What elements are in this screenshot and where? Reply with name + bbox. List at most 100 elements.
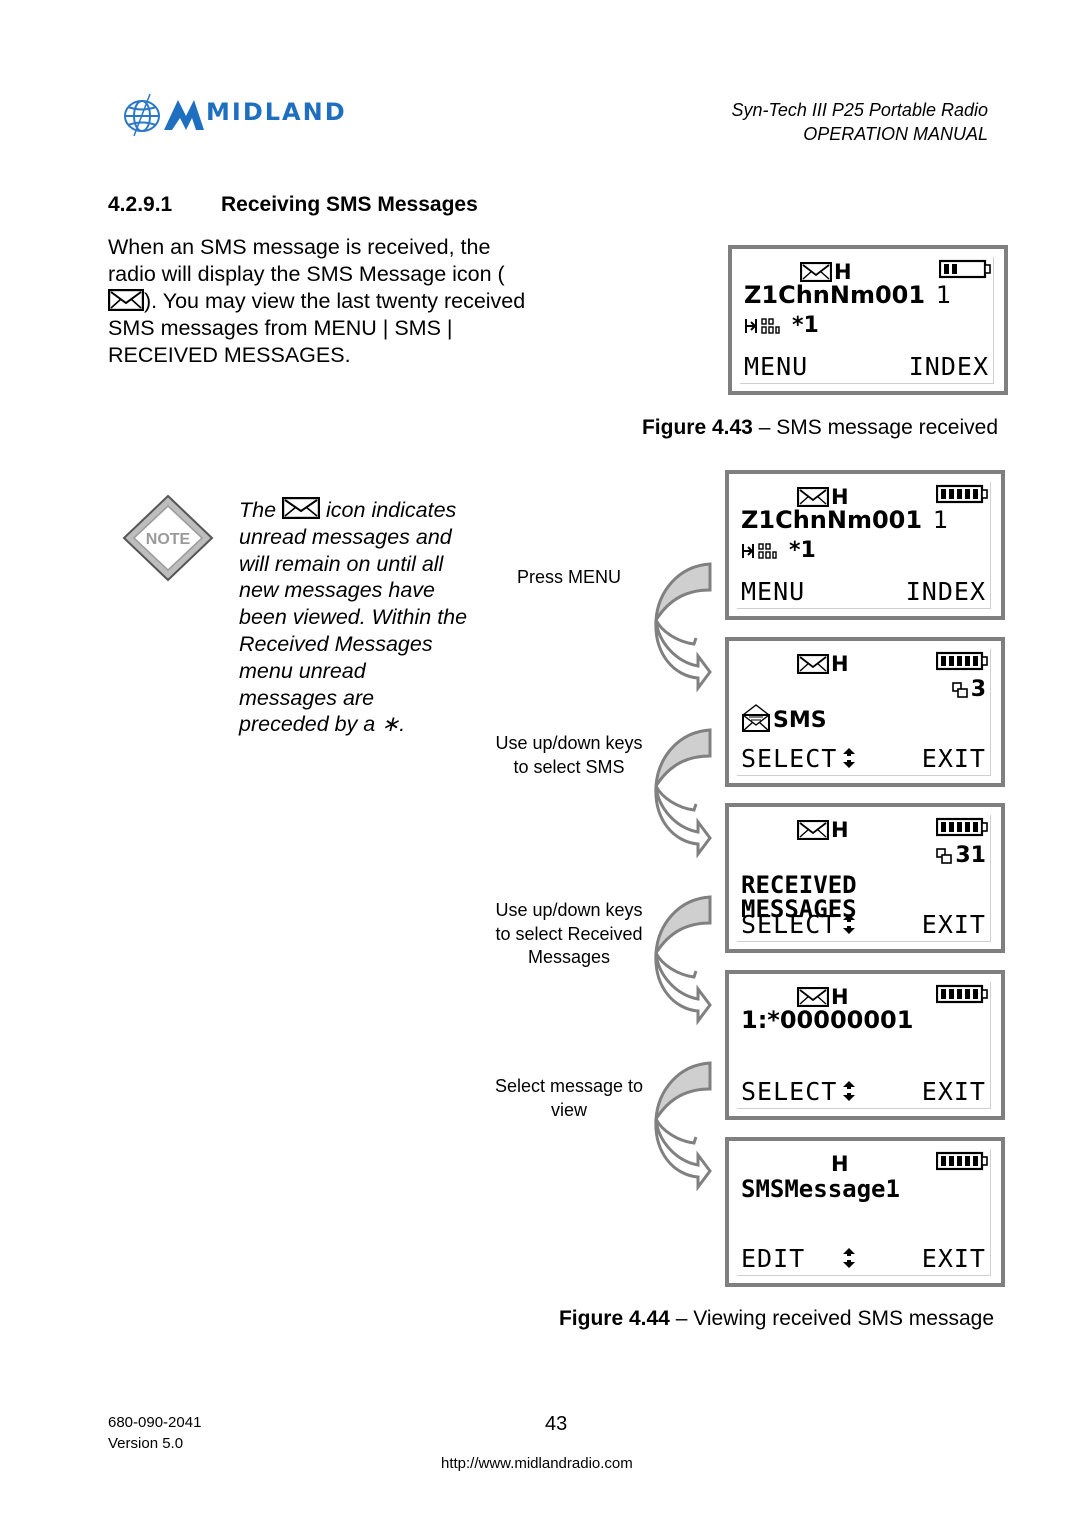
- step-label-3: Use up/down keys to select Received Mess…: [495, 900, 643, 967]
- battery-bar: [952, 264, 957, 274]
- envelope-icon: [797, 487, 829, 507]
- softkey-right[interactable]: INDEX: [909, 352, 989, 381]
- battery-bar: [944, 264, 949, 274]
- note-icon: NOTE: [122, 494, 214, 582]
- status-row: H: [800, 260, 852, 284]
- figure-caption-4-43: Figure 4.43 – SMS message received: [642, 416, 998, 440]
- battery-bar: [965, 989, 970, 999]
- step-label-2: Use up/down keys to select SMS: [495, 733, 643, 777]
- softkey-left[interactable]: SELECT: [741, 1077, 837, 1106]
- menu-counter: 3: [951, 677, 986, 702]
- battery-bar: [949, 656, 954, 666]
- envelope-icon: [797, 820, 829, 840]
- channel-name: Z1ChnNm001: [741, 506, 923, 534]
- document-title: Syn-Tech III P25 Portable Radio: [731, 100, 988, 120]
- menu-item-row: SMS: [741, 703, 827, 733]
- intro-text-2: ). You may view the last twenty received…: [108, 289, 526, 367]
- note-text-pre: The: [239, 498, 277, 522]
- mode-indicator: H: [831, 818, 849, 842]
- figure-caption-4-44: Figure 4.44 – Viewing received SMS messa…: [559, 1307, 994, 1331]
- mode-indicator: H: [831, 1152, 849, 1176]
- step-label-1: Press MENU: [516, 567, 621, 587]
- battery-icon: [939, 259, 991, 279]
- brand-name: MIDLAND: [206, 98, 347, 126]
- part-number: 680-090-2041: [108, 1414, 202, 1431]
- intro-text-1: When an SMS message is received, the rad…: [108, 235, 505, 286]
- softkey-right[interactable]: EXIT: [922, 744, 986, 773]
- logo-m-mark: [164, 100, 204, 130]
- softkey-right[interactable]: INDEX: [906, 577, 986, 606]
- battery-bar: [949, 489, 954, 499]
- open-envelope-icon: [742, 704, 770, 732]
- status-row: H: [831, 1152, 849, 1176]
- lcd-screen-menu-sms: H 3 SMS SELECT EXIT: [725, 637, 1005, 787]
- menu-item-label[interactable]: SMS: [773, 708, 827, 733]
- figure-label: Figure 4.43: [641, 416, 753, 439]
- message-text: SMSMessage1: [741, 1175, 900, 1203]
- figure-label: Figure 4.44: [558, 1307, 670, 1330]
- battery-bar: [941, 489, 946, 499]
- lcd-screen-received-messages: H 31 RECEIVED MESSAGES SELECT EXIT: [725, 803, 1005, 953]
- menu-counter: 31: [936, 843, 986, 868]
- note-text-post: icon indicates unread messages and will …: [239, 498, 468, 737]
- softkey-left[interactable]: MENU: [741, 577, 805, 606]
- scan-list-icon: [745, 317, 780, 334]
- mode-indicator: H: [831, 652, 849, 676]
- battery-bar: [941, 989, 946, 999]
- battery-bar: [957, 489, 962, 499]
- up-down-arrows-icon: [843, 914, 855, 934]
- footer-url-link[interactable]: http://www.midlandradio.com: [441, 1455, 633, 1472]
- softkey-right[interactable]: EXIT: [922, 910, 986, 939]
- up-down-arrows-icon: [843, 748, 855, 768]
- battery-bar: [941, 822, 946, 832]
- figure-text: Viewing received SMS message: [693, 1307, 994, 1330]
- battery-bar: [965, 1156, 970, 1166]
- document-header: Syn-Tech III P25 Portable Radio OPERATIO…: [732, 98, 988, 146]
- step-label-4: Select message to view: [494, 1076, 644, 1120]
- version: Version 5.0: [108, 1435, 184, 1452]
- document-subtitle: OPERATION MANUAL: [803, 124, 988, 144]
- lcd-screen-message-list: H 1:*00000001 SELECT EXIT: [725, 970, 1005, 1120]
- battery-bar: [941, 1156, 946, 1166]
- intro-paragraph: When an SMS message is received, the rad…: [108, 234, 538, 369]
- battery-bar: [957, 656, 962, 666]
- note-text: The icon indicates unread messages and w…: [239, 497, 469, 738]
- menu-index-icon: [951, 681, 968, 698]
- menu-counter-value: 31: [955, 843, 986, 868]
- battery-icon: [936, 817, 988, 837]
- battery-bar: [973, 656, 978, 666]
- softkey-left[interactable]: SELECT: [741, 910, 837, 939]
- battery-bar: [973, 822, 978, 832]
- globe-icon: [124, 93, 160, 137]
- lcd-screen-message-view: H SMSMessage1 EDIT EXIT: [725, 1137, 1005, 1287]
- softkey-right[interactable]: EXIT: [922, 1244, 986, 1273]
- battery-bar: [973, 989, 978, 999]
- message-list-entry[interactable]: 1:*00000001: [741, 1006, 913, 1034]
- softkey-left[interactable]: MENU: [744, 352, 808, 381]
- curved-arrow-icon: [654, 562, 712, 692]
- softkey-right[interactable]: EXIT: [922, 1077, 986, 1106]
- zone-row: *1: [741, 538, 816, 563]
- section-title: Receiving SMS Messages: [221, 193, 478, 216]
- footer-doc-info: 680-090-2041 Version 5.0: [108, 1412, 201, 1454]
- status-row: H: [797, 652, 849, 676]
- battery-icon: [936, 984, 988, 1004]
- menu-counter-value: 3: [970, 677, 986, 702]
- battery-bar: [949, 989, 954, 999]
- caption-dash: –: [669, 1307, 694, 1330]
- curved-arrow-icon: [654, 895, 712, 1025]
- channel-number: 1: [936, 281, 952, 309]
- battery-bar: [957, 989, 962, 999]
- softkey-left[interactable]: EDIT: [741, 1244, 805, 1273]
- battery-bar: [957, 822, 962, 832]
- battery-bar: [965, 656, 970, 666]
- envelope-icon: [282, 497, 321, 519]
- battery-bar: [941, 656, 946, 666]
- status-row: H: [797, 485, 849, 509]
- curved-arrow-icon: [654, 1061, 712, 1191]
- softkey-left[interactable]: SELECT: [741, 744, 837, 773]
- curved-arrow-icon: [654, 728, 712, 858]
- section-number: 4.2.9.1: [108, 193, 173, 216]
- scan-list-icon: [742, 542, 777, 559]
- envelope-icon: [108, 289, 144, 311]
